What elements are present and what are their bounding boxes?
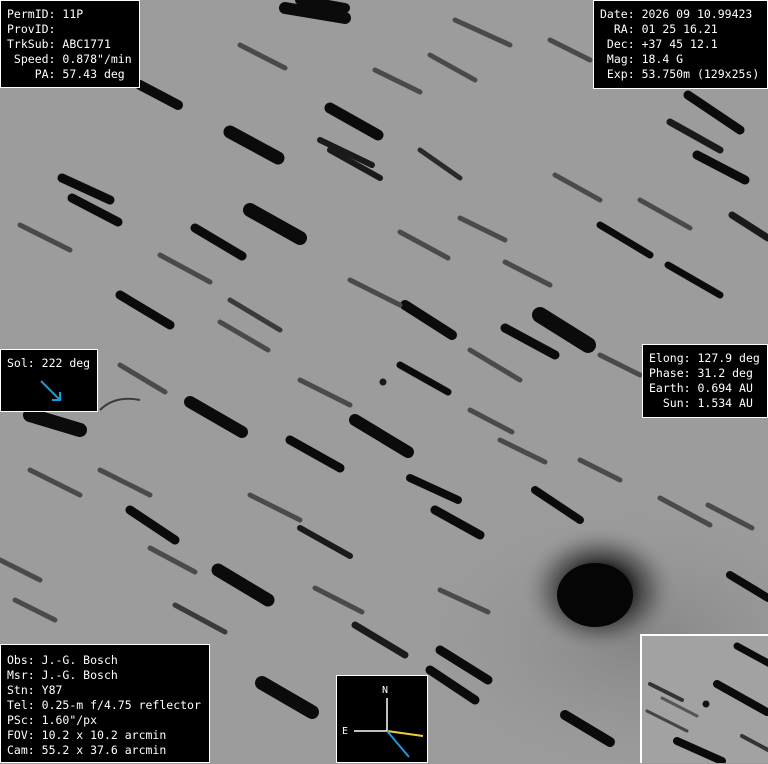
observer-info-value: 1.60"/px [41, 713, 98, 727]
observer-info-row: FOV: 10.2 x 10.2 arcmin [7, 728, 209, 743]
compass-rose-icon [354, 698, 424, 758]
observer-info-panel: Obs: J.-G. Bosch Msr: J.-G. Bosch Stn: Y87… [0, 644, 210, 763]
geometry-info-value: 127.9 deg [697, 351, 760, 365]
observation-info-value: +37 45 12.1 [641, 37, 718, 51]
sun-direction-arrow-icon [40, 380, 61, 401]
observer-info-row: PSc: 1.60"/px [7, 713, 209, 728]
observation-info-panel: Date: 2026 09 10.99423 RA: 01 25 16.21 D… [593, 0, 768, 89]
observer-info-label: Msr: [7, 668, 35, 682]
observation-info-row: Mag: 18.4 G [600, 52, 767, 67]
observer-info-label: Tel: [7, 698, 35, 712]
geometry-info-label: Elong: [649, 351, 691, 365]
object-info-label: ProvID: [7, 22, 56, 36]
object-info-label: TrkSub: [7, 37, 56, 51]
observer-info-label: Obs: [7, 653, 35, 667]
observation-info-label: Date: [600, 7, 635, 21]
observation-info-value: 2026 09 10.99423 [641, 7, 753, 21]
object-info-value: 0.878"/min [62, 52, 132, 66]
geometry-info-label: Sun: [649, 396, 691, 410]
object-info-label: Speed: [7, 52, 56, 66]
sol-row: Sol: 222 deg [7, 356, 97, 371]
geometry-info-panel: Elong: 127.9 deg Phase: 31.2 deg Earth: 0.… [642, 344, 768, 418]
geometry-info-row: Earth: 0.694 AU [649, 381, 767, 396]
observer-info-label: Cam: [7, 743, 35, 757]
target-inset-thumbnail [640, 634, 768, 763]
observer-info-label: FOV: [7, 728, 35, 742]
observer-info-value: 0.25-m f/4.75 reflector [41, 698, 201, 712]
geometry-info-label: Phase: [649, 366, 691, 380]
object-info-row: PermID: 11P [7, 7, 139, 22]
observation-info-label: Dec: [600, 37, 635, 51]
geometry-info-value: 0.694 AU [697, 381, 753, 395]
sol-label: Sol: [7, 356, 35, 370]
object-info-row: ProvID: [7, 22, 139, 37]
observer-info-value: J.-G. Bosch [41, 653, 118, 667]
geometry-info-value: 1.534 AU [697, 396, 753, 410]
geometry-info-row: Phase: 31.2 deg [649, 366, 767, 381]
target-comet-dot [379, 378, 387, 386]
geometry-info-row: Sun: 1.534 AU [649, 396, 767, 411]
object-info-row: PA: 57.43 deg [7, 67, 139, 82]
observer-info-value: Y87 [41, 683, 63, 697]
observer-info-row: Cam: 55.2 x 37.6 arcmin [7, 743, 209, 758]
observer-info-row: Msr: J.-G. Bosch [7, 668, 209, 683]
observation-info-value: 53.750m (129x25s) [641, 67, 760, 81]
geometry-info-label: Earth: [649, 381, 691, 395]
observation-info-label: Exp: [600, 67, 635, 81]
observation-info-row: Dec: +37 45 12.1 [600, 37, 767, 52]
sun-vector-line [386, 730, 410, 758]
object-info-label: PA: [7, 67, 56, 81]
observer-info-row: Obs: J.-G. Bosch [7, 653, 209, 668]
object-info-row: TrkSub: ABC1771 [7, 37, 139, 52]
observer-info-label: PSc: [7, 713, 35, 727]
observer-info-value: 10.2 x 10.2 arcmin [41, 728, 167, 742]
observer-info-row: Stn: Y87 [7, 683, 209, 698]
observer-info-label: Stn: [7, 683, 35, 697]
observation-info-row: Date: 2026 09 10.99423 [600, 7, 767, 22]
observer-info-value: J.-G. Bosch [41, 668, 118, 682]
observation-info-label: RA: [600, 22, 635, 36]
object-info-panel: PermID: 11P ProvID: TrkSub: ABC1771 Speed… [0, 0, 140, 88]
object-info-value: 57.43 deg [62, 67, 125, 81]
object-info-row: Speed: 0.878"/min [7, 52, 139, 67]
object-info-label: PermID: [7, 7, 56, 21]
compass-panel: N E [336, 675, 428, 763]
observation-info-row: RA: 01 25 16.21 [600, 22, 767, 37]
observer-info-row: Tel: 0.25-m f/4.75 reflector [7, 698, 209, 713]
observation-info-label: Mag: [600, 52, 635, 66]
object-info-value: ABC1771 [62, 37, 111, 51]
geometry-info-row: Elong: 127.9 deg [649, 351, 767, 366]
solar-direction-panel: Sol: 222 deg [0, 349, 98, 412]
geometry-info-value: 31.2 deg [697, 366, 753, 380]
observation-info-value: 01 25 16.21 [641, 22, 718, 36]
observation-info-value: 18.4 G [641, 52, 684, 66]
sol-value: 222 deg [41, 356, 91, 370]
observation-info-row: Exp: 53.750m (129x25s) [600, 67, 767, 82]
motion-vector-line [386, 730, 424, 737]
object-info-value: 11P [62, 7, 84, 21]
observer-info-value: 55.2 x 37.6 arcmin [41, 743, 167, 757]
